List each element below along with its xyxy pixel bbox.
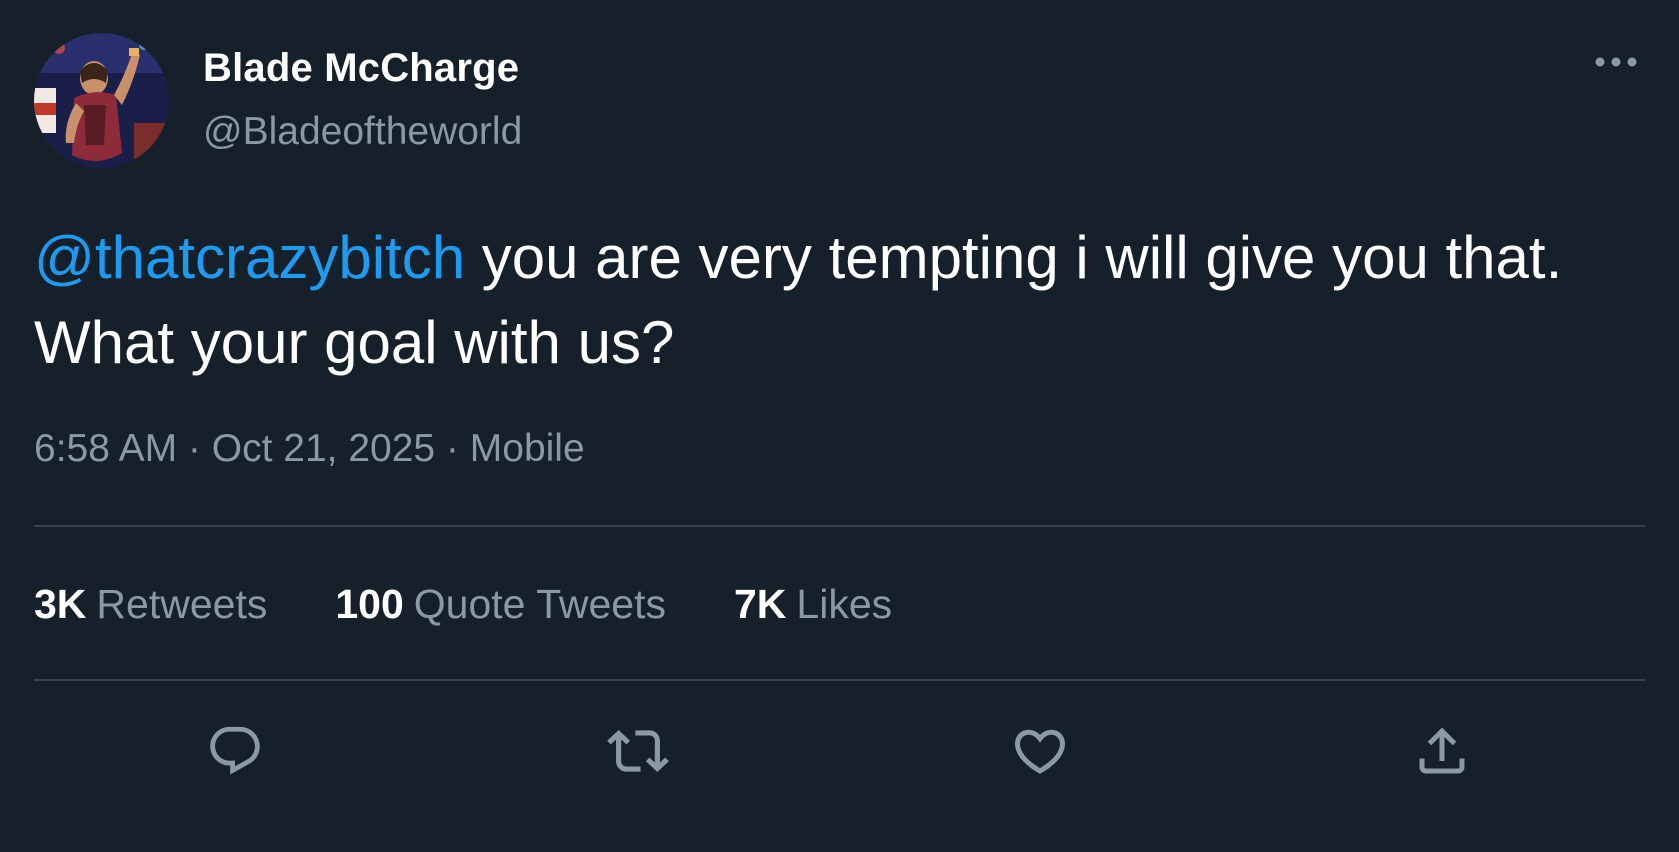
tweet-card: Blade McCharge @Bladeoftheworld @thatcra… — [0, 0, 1679, 852]
author-display-name[interactable]: Blade McCharge — [203, 46, 519, 91]
like-icon — [1014, 729, 1066, 774]
wrestler-avatar-icon — [34, 33, 169, 168]
mention-link[interactable]: @thatcrazybitch — [34, 224, 465, 291]
like-button[interactable] — [1005, 716, 1075, 786]
likes-label: Likes — [796, 581, 893, 627]
share-icon — [1419, 727, 1465, 774]
reply-button[interactable] — [200, 716, 270, 786]
avatar[interactable] — [34, 33, 169, 168]
quote-tweets-stat[interactable]: 100 Quote Tweets — [335, 581, 666, 628]
quote-tweets-count: 100 — [335, 581, 404, 627]
retweets-label: Retweets — [96, 581, 268, 627]
retweets-count: 3K — [34, 581, 87, 627]
tweet-source[interactable]: Mobile — [470, 427, 585, 470]
more-options-button[interactable] — [1588, 44, 1644, 80]
tweet-meta: 6:58 AM · Oct 21, 2025 · Mobile — [34, 427, 585, 471]
engagement-stats: 3K Retweets 100 Quote Tweets 7K Likes — [34, 581, 960, 628]
likes-count: 7K — [734, 581, 787, 627]
reply-icon — [210, 726, 260, 775]
more-icon — [1595, 57, 1637, 67]
retweet-button[interactable] — [603, 716, 673, 786]
tweet-date[interactable]: Oct 21, 2025 — [212, 427, 435, 470]
tweet-text: @thatcrazybitch you are very tempting i … — [34, 215, 1594, 385]
author-handle[interactable]: @Bladeoftheworld — [203, 110, 522, 154]
likes-stat[interactable]: 7K Likes — [734, 581, 892, 628]
share-button[interactable] — [1407, 716, 1477, 786]
tweet-time[interactable]: 6:58 AM — [34, 427, 177, 470]
divider — [34, 525, 1645, 527]
retweets-stat[interactable]: 3K Retweets — [34, 581, 267, 628]
meta-separator: · — [435, 427, 470, 470]
divider — [34, 679, 1645, 681]
retweet-icon — [607, 730, 669, 772]
quote-tweets-label: Quote Tweets — [413, 581, 666, 627]
meta-separator: · — [177, 427, 212, 470]
